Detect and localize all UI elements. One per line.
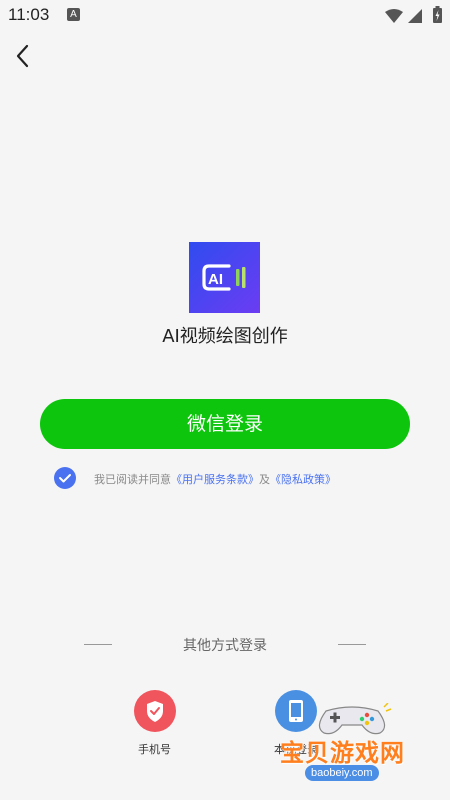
terms-link[interactable]: 《用户服务条款》 (171, 473, 259, 486)
app-logo: AI (189, 242, 260, 313)
shield-icon (147, 701, 163, 722)
divider-right (338, 644, 366, 645)
other-login-header: 其他方式登录 (0, 634, 450, 656)
status-bar: 11:03 A (0, 0, 450, 32)
notification-badge-icon: A (67, 8, 80, 21)
watermark-url: baobeiy.com (305, 765, 379, 781)
gamepad-icon (318, 703, 392, 735)
ai-video-icon: AI (202, 264, 246, 291)
watermark: 宝贝游戏网 baobeiy.com (272, 703, 448, 797)
battery-icon (433, 6, 442, 23)
phone-number-login-label: 手机号 (138, 743, 171, 756)
logo-text: AI (208, 271, 223, 288)
other-login-title: 其他方式登录 (183, 638, 267, 654)
status-time: 11:03 (8, 5, 50, 24)
agreement-text: 我已阅读并同意《用户服务条款》及《隐私政策》 (94, 471, 336, 487)
agreement-checkbox[interactable] (54, 467, 76, 489)
privacy-link[interactable]: 《隐私政策》 (270, 473, 336, 486)
agreement-conjunction: 及 (259, 473, 270, 486)
app-name: AI视频绘图创作 (162, 326, 288, 347)
signal-icon (408, 9, 422, 23)
wechat-login-button[interactable]: 微信登录 (40, 399, 410, 449)
check-icon (59, 474, 71, 483)
wifi-icon (385, 9, 403, 23)
agreement-prefix: 我已阅读并同意 (94, 473, 171, 486)
watermark-text: 宝贝游戏网 (280, 739, 405, 767)
back-arrow-icon[interactable] (10, 42, 38, 70)
phone-number-login-button[interactable] (134, 690, 176, 732)
